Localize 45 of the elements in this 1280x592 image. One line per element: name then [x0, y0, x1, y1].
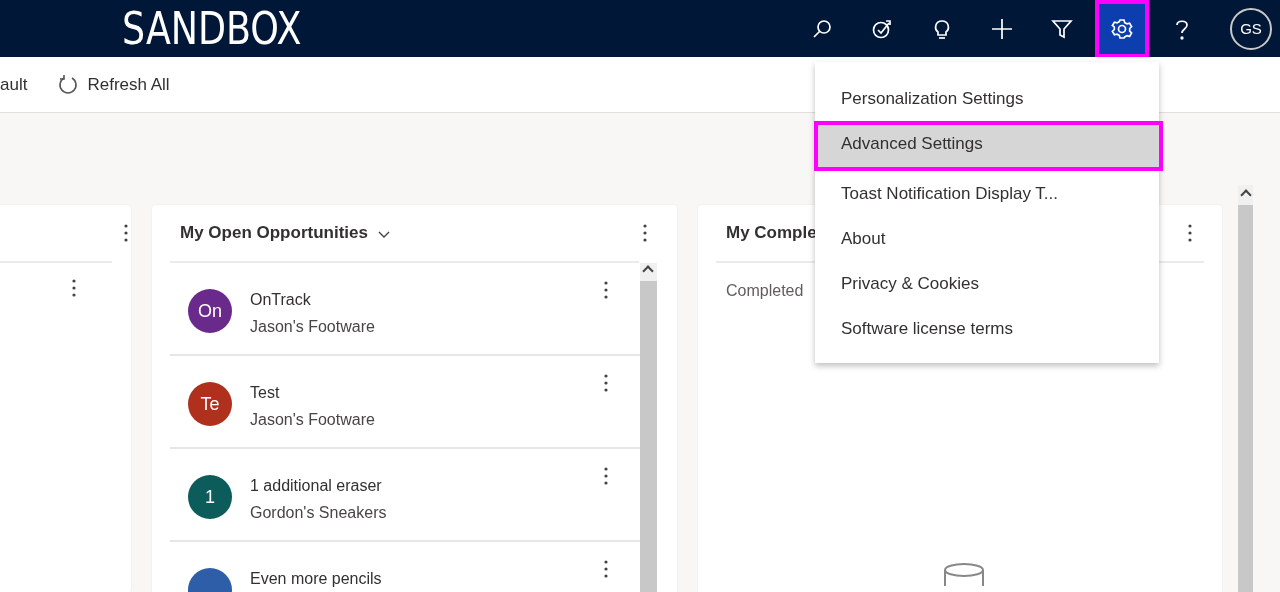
card-title: My Comple — [725, 223, 817, 243]
scrollbar[interactable] — [640, 263, 657, 592]
more-options-icon[interactable] — [643, 224, 647, 242]
command-button[interactable]: ault — [0, 69, 28, 100]
record-avatar: 1 — [188, 475, 232, 519]
more-options-icon[interactable] — [604, 281, 608, 299]
more-options-icon[interactable] — [604, 560, 608, 578]
record-title: OnTrack — [250, 290, 312, 310]
plus-icon — [991, 17, 1013, 40]
filter-icon — [1051, 17, 1073, 40]
scrollbar[interactable] — [1238, 185, 1253, 592]
user-avatar[interactable]: GS — [1230, 7, 1272, 50]
chevron-down-icon — [377, 230, 390, 239]
settings-button[interactable] — [1095, 0, 1149, 58]
record-avatar: Te — [188, 382, 232, 426]
more-options-icon[interactable] — [124, 224, 128, 242]
search-icon — [811, 17, 833, 40]
app-title: SANDBOX — [122, 3, 302, 54]
record-avatar: On — [188, 289, 232, 333]
menu-item[interactable]: Privacy & Cookies — [815, 261, 1159, 306]
refresh-icon — [57, 73, 80, 96]
menu-item[interactable]: About — [815, 216, 1159, 261]
target-icon — [871, 17, 893, 40]
empty-message: Completed — [726, 282, 804, 300]
record-account: Gordon's Sneakers — [250, 503, 388, 523]
more-options-icon[interactable] — [1188, 224, 1192, 242]
more-options-icon[interactable] — [72, 279, 76, 297]
list-item[interactable]: 1 1 additional eraser Gordon's Sneakers — [170, 449, 640, 542]
more-options-icon[interactable] — [604, 374, 608, 392]
menu-item[interactable]: Personalization Settings — [815, 76, 1159, 121]
record-title: 1 additional eraser — [250, 476, 383, 496]
record-account: Jason's Footware — [250, 317, 376, 337]
record-title: Test — [250, 383, 281, 403]
settings-icon — [1111, 18, 1133, 40]
menu-item[interactable]: Toast Notification Display T... — [815, 171, 1159, 216]
menu-item[interactable]: Advanced Settings — [814, 121, 1163, 171]
record-title: Even more pencils — [250, 569, 383, 589]
record-account: Jason's Footware — [250, 410, 376, 430]
more-options-icon[interactable] — [604, 467, 608, 485]
view-selector[interactable]: My Open Opportunities — [170, 223, 390, 243]
list-item[interactable]: Te Test Jason's Footware — [170, 356, 640, 449]
menu-item[interactable]: Software license terms — [815, 306, 1159, 351]
database-icon — [942, 562, 986, 586]
refresh-all-button[interactable]: Refresh All — [57, 69, 170, 100]
list-item[interactable]: On OnTrack Jason's Footware — [170, 263, 640, 356]
